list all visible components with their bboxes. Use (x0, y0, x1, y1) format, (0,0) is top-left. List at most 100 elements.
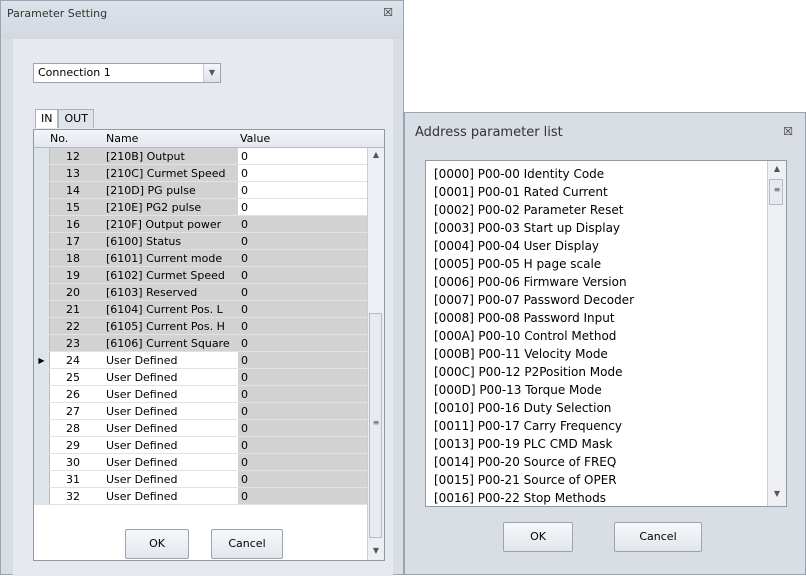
row-value[interactable]: 0 (238, 165, 367, 182)
table-row[interactable]: 30 User Defined 0 (34, 454, 367, 471)
table-row[interactable]: 21 [6104] Current Pos. L0 (34, 301, 367, 318)
address-parameter-titlebar: Address parameter list ☒ (405, 113, 805, 143)
row-value[interactable]: 0 (238, 301, 367, 318)
table-row[interactable]: 16 [210F] Output power 0 (34, 216, 367, 233)
list-item[interactable]: [0011] P00-17 Carry Frequency (434, 417, 622, 435)
table-row[interactable]: 20 [6103] Reserved 0 (34, 284, 367, 301)
table-row[interactable]: ▶ 24 User Defined 0 (34, 352, 367, 369)
list-item[interactable]: [000A] P00-10 Control Method (434, 327, 616, 345)
table-row[interactable]: 28 User Defined 0 (34, 420, 367, 437)
parameter-setting-body: Connection 1 ▼ IN OUT No. Name Value 12[… (13, 39, 393, 576)
list-item[interactable]: [0010] P00-16 Duty Selection (434, 399, 611, 417)
row-value[interactable]: 0 (238, 352, 367, 369)
row-value[interactable]: 0 (238, 386, 367, 403)
list-item[interactable]: [0006] P00-06 Firmware Version (434, 273, 627, 291)
list-item[interactable]: [0007] P00-07 Password Decoder (434, 291, 634, 309)
row-value[interactable]: 0 (238, 148, 367, 165)
row-value[interactable]: 0 (238, 199, 367, 216)
list-item[interactable]: [0003] P00-03 Start up Display (434, 219, 620, 237)
row-value[interactable]: 0 (238, 471, 367, 488)
grid-scrollbar[interactable]: ▲ ≡ ▼ (367, 148, 384, 560)
list-item[interactable]: [000C] P00-12 P2Position Mode (434, 363, 622, 381)
row-number: 13 (50, 165, 104, 182)
row-value[interactable]: 0 (238, 216, 367, 233)
list-item[interactable]: [0005] P00-05 H page scale (434, 255, 601, 273)
list-item[interactable]: [0013] P00-19 PLC CMD Mask (434, 435, 612, 453)
table-row[interactable]: 31 User Defined 0 (34, 471, 367, 488)
row-number: 19 (50, 267, 104, 284)
io-tabs: IN OUT (35, 109, 94, 129)
row-name: User Defined (104, 386, 238, 403)
chevron-down-icon[interactable]: ▼ (203, 64, 220, 82)
scroll-up-icon[interactable]: ▲ (768, 164, 786, 173)
table-row[interactable]: 27 User Defined 0 (34, 403, 367, 420)
list-item[interactable]: [000D] P00-13 Torque Mode (434, 381, 602, 399)
list-item[interactable]: [0004] P00-04 User Display (434, 237, 599, 255)
row-number: 12 (50, 148, 104, 165)
table-row[interactable]: 15 [210E] PG2 pulse 0 (34, 199, 367, 216)
column-header-no[interactable]: No. (50, 132, 68, 145)
row-value[interactable]: 0 (238, 233, 367, 250)
row-value[interactable]: 0 (238, 488, 367, 505)
row-value[interactable]: 0 (238, 267, 367, 284)
list-item[interactable]: [0014] P00-20 Source of FREQ (434, 453, 616, 471)
list-item[interactable]: [0002] P00-02 Parameter Reset (434, 201, 623, 219)
table-row[interactable]: 25 User Defined 0 (34, 369, 367, 386)
table-row[interactable]: 14 [210D] PG pulse 0 (34, 182, 367, 199)
row-value[interactable]: 0 (238, 403, 367, 420)
row-name: User Defined (104, 420, 238, 437)
row-name: [210E] PG2 pulse (104, 199, 238, 216)
row-name: [6101] Current mode (104, 250, 238, 267)
row-number: 30 (50, 454, 104, 471)
row-number: 18 (50, 250, 104, 267)
row-name: User Defined (104, 403, 238, 420)
table-row[interactable]: 13 [210C] Curmet Speed 0 (34, 165, 367, 182)
close-icon[interactable]: ☒ (783, 125, 793, 138)
parameter-setting-titlebar: Parameter Setting ☒ (1, 1, 403, 39)
row-value[interactable]: 0 (238, 420, 367, 437)
list-item[interactable]: [0015] P00-21 Source of OPER (434, 471, 617, 489)
row-indicator (34, 369, 50, 386)
list-item[interactable]: [0000] P00-00 Identity Code (434, 165, 604, 183)
column-header-name[interactable]: Name (106, 132, 138, 145)
table-row[interactable]: 29 User Defined 0 (34, 437, 367, 454)
row-value[interactable]: 0 (238, 284, 367, 301)
list-item[interactable]: [0001] P00-01 Rated Current (434, 183, 608, 201)
table-row[interactable]: 18 [6101] Current mode 0 (34, 250, 367, 267)
table-row[interactable]: 26 User Defined 0 (34, 386, 367, 403)
column-header-value[interactable]: Value (240, 132, 270, 145)
cancel-button[interactable]: Cancel (211, 529, 283, 559)
scroll-down-icon[interactable]: ▼ (768, 489, 786, 498)
table-row[interactable]: 32 User Defined 0 (34, 488, 367, 505)
connection-dropdown[interactable]: Connection 1 ▼ (33, 63, 221, 83)
ok-button[interactable]: OK (503, 522, 573, 552)
row-value[interactable]: 0 (238, 369, 367, 386)
list-item[interactable]: [0016] P00-22 Stop Methods (434, 489, 606, 506)
scroll-up-icon[interactable]: ▲ (368, 150, 384, 159)
ok-button[interactable]: OK (125, 529, 189, 559)
row-indicator (34, 437, 50, 454)
parameter-setting-title: Parameter Setting (7, 7, 108, 20)
row-number: 15 (50, 199, 104, 216)
list-item[interactable]: [000B] P00-11 Velocity Mode (434, 345, 608, 363)
tab-out[interactable]: OUT (58, 109, 94, 128)
parameter-grid: No. Name Value 12 [210B] Output 0 13 [210C] … (33, 129, 385, 561)
table-row[interactable]: 19 [6102] Curmet Speed 0 (34, 267, 367, 284)
table-row[interactable]: 12 [210B] Output 0 (34, 148, 367, 165)
row-name: [6106] Current Square (104, 335, 238, 352)
cancel-button[interactable]: Cancel (614, 522, 702, 552)
scroll-down-icon[interactable]: ▼ (368, 546, 384, 555)
table-row[interactable]: 23 [6106] Current Square 0 (34, 335, 367, 352)
close-icon[interactable]: ☒ (383, 6, 393, 19)
row-value[interactable]: 0 (238, 437, 367, 454)
row-value[interactable]: 0 (238, 250, 367, 267)
row-value[interactable]: 0 (238, 335, 367, 352)
table-row[interactable]: 22 [6105] Current Pos. H0 (34, 318, 367, 335)
address-list-scrollbar[interactable]: ▲ ≡ ▼ (767, 161, 786, 506)
tab-in[interactable]: IN (35, 109, 59, 128)
row-value[interactable]: 0 (238, 318, 367, 335)
row-value[interactable]: 0 (238, 182, 367, 199)
row-value[interactable]: 0 (238, 454, 367, 471)
list-item[interactable]: [0008] P00-08 Password Input (434, 309, 615, 327)
table-row[interactable]: 17 [6100] Status 0 (34, 233, 367, 250)
